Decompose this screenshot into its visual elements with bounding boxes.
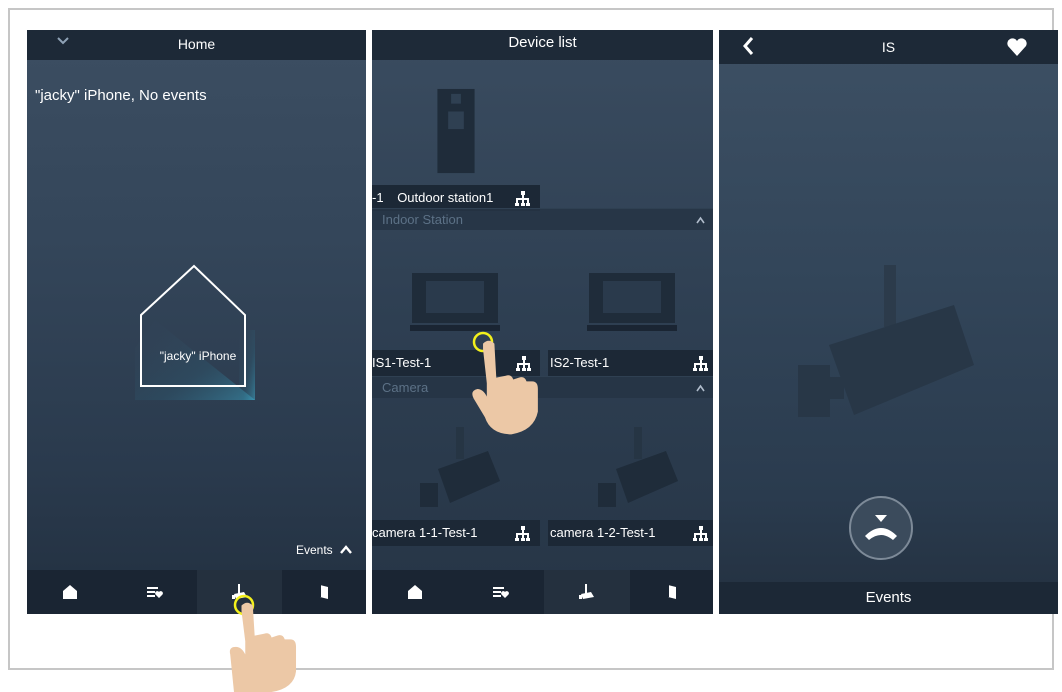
indoor-device-2-label: IS2-Test-1 (550, 355, 610, 370)
indoor-device-1-label: IS1-Test-1 (372, 355, 432, 370)
outdoor-station-prefix: -1 (372, 190, 384, 205)
tab-favorites[interactable] (458, 570, 544, 614)
home-icon (62, 585, 77, 599)
events-bar[interactable]: Events (719, 582, 1058, 614)
home-topbar: Home (27, 30, 366, 60)
device-list-screen: Device list -1 Outdoor station1 Indoor S… (372, 30, 713, 614)
tab-door[interactable] (630, 570, 713, 614)
device-list-icon (579, 584, 594, 599)
tab-home[interactable] (27, 570, 112, 614)
network-icon (515, 191, 530, 206)
camera-image (798, 265, 974, 417)
pointing-hand-icon (472, 340, 538, 435)
outdoor-station-image[interactable] (436, 88, 476, 176)
is-screen: IS Events (719, 30, 1058, 614)
is-topbar: IS (719, 30, 1058, 64)
camera-device-2[interactable]: camera 1-2-Test-1 (548, 520, 713, 546)
section-title-indoor: Indoor Station (382, 212, 463, 227)
house-label: "jacky" iPhone (159, 349, 237, 363)
home-icon (408, 585, 422, 599)
house-icon[interactable] (127, 260, 262, 400)
events-label: Events (295, 543, 333, 557)
door-icon (667, 585, 676, 599)
home-screen: Home "jacky" iPhone, No events "jacky" i… (27, 30, 366, 614)
hang-up-icon (865, 515, 897, 540)
pointing-hand-icon (229, 602, 297, 692)
home-bottom-tabbar (27, 570, 366, 614)
favorites-icon (493, 587, 509, 598)
indoor-device-2[interactable]: IS2-Test-1 (548, 350, 713, 376)
camera-device-2-label: camera 1-2-Test-1 (550, 525, 656, 540)
home-status-text: "jacky" iPhone, No events (35, 87, 207, 104)
events-toggle[interactable]: Events (296, 543, 352, 557)
home-title: Home (177, 36, 216, 52)
tab-device-list[interactable] (544, 570, 630, 614)
indoor-station-image[interactable] (587, 270, 677, 332)
tab-favorites[interactable] (112, 570, 197, 614)
door-icon (320, 585, 328, 599)
network-icon (515, 526, 530, 541)
heart-icon[interactable] (1006, 37, 1028, 57)
camera-device-1-label: camera 1-1-Test-1 (372, 525, 478, 540)
network-icon (693, 526, 708, 541)
network-icon (693, 356, 708, 371)
chevron-up-icon (696, 384, 705, 392)
camera-device-1[interactable]: camera 1-1-Test-1 (372, 520, 540, 546)
outdoor-station-name: Outdoor station1 (397, 190, 494, 205)
hang-up-button[interactable] (849, 496, 913, 560)
indoor-station-image[interactable] (410, 270, 500, 332)
device-list-title: Device list (508, 34, 577, 51)
device-list-topbar: Device list (372, 30, 713, 60)
chevron-up-icon (340, 545, 352, 554)
tab-home[interactable] (372, 570, 458, 614)
section-header-indoor[interactable]: Indoor Station (372, 208, 713, 230)
chevron-up-icon (696, 216, 705, 224)
section-title-camera: Camera (382, 380, 429, 395)
camera-image[interactable] (586, 425, 686, 515)
favorites-icon (146, 587, 163, 598)
device-list-bottom-tabbar (372, 570, 713, 614)
